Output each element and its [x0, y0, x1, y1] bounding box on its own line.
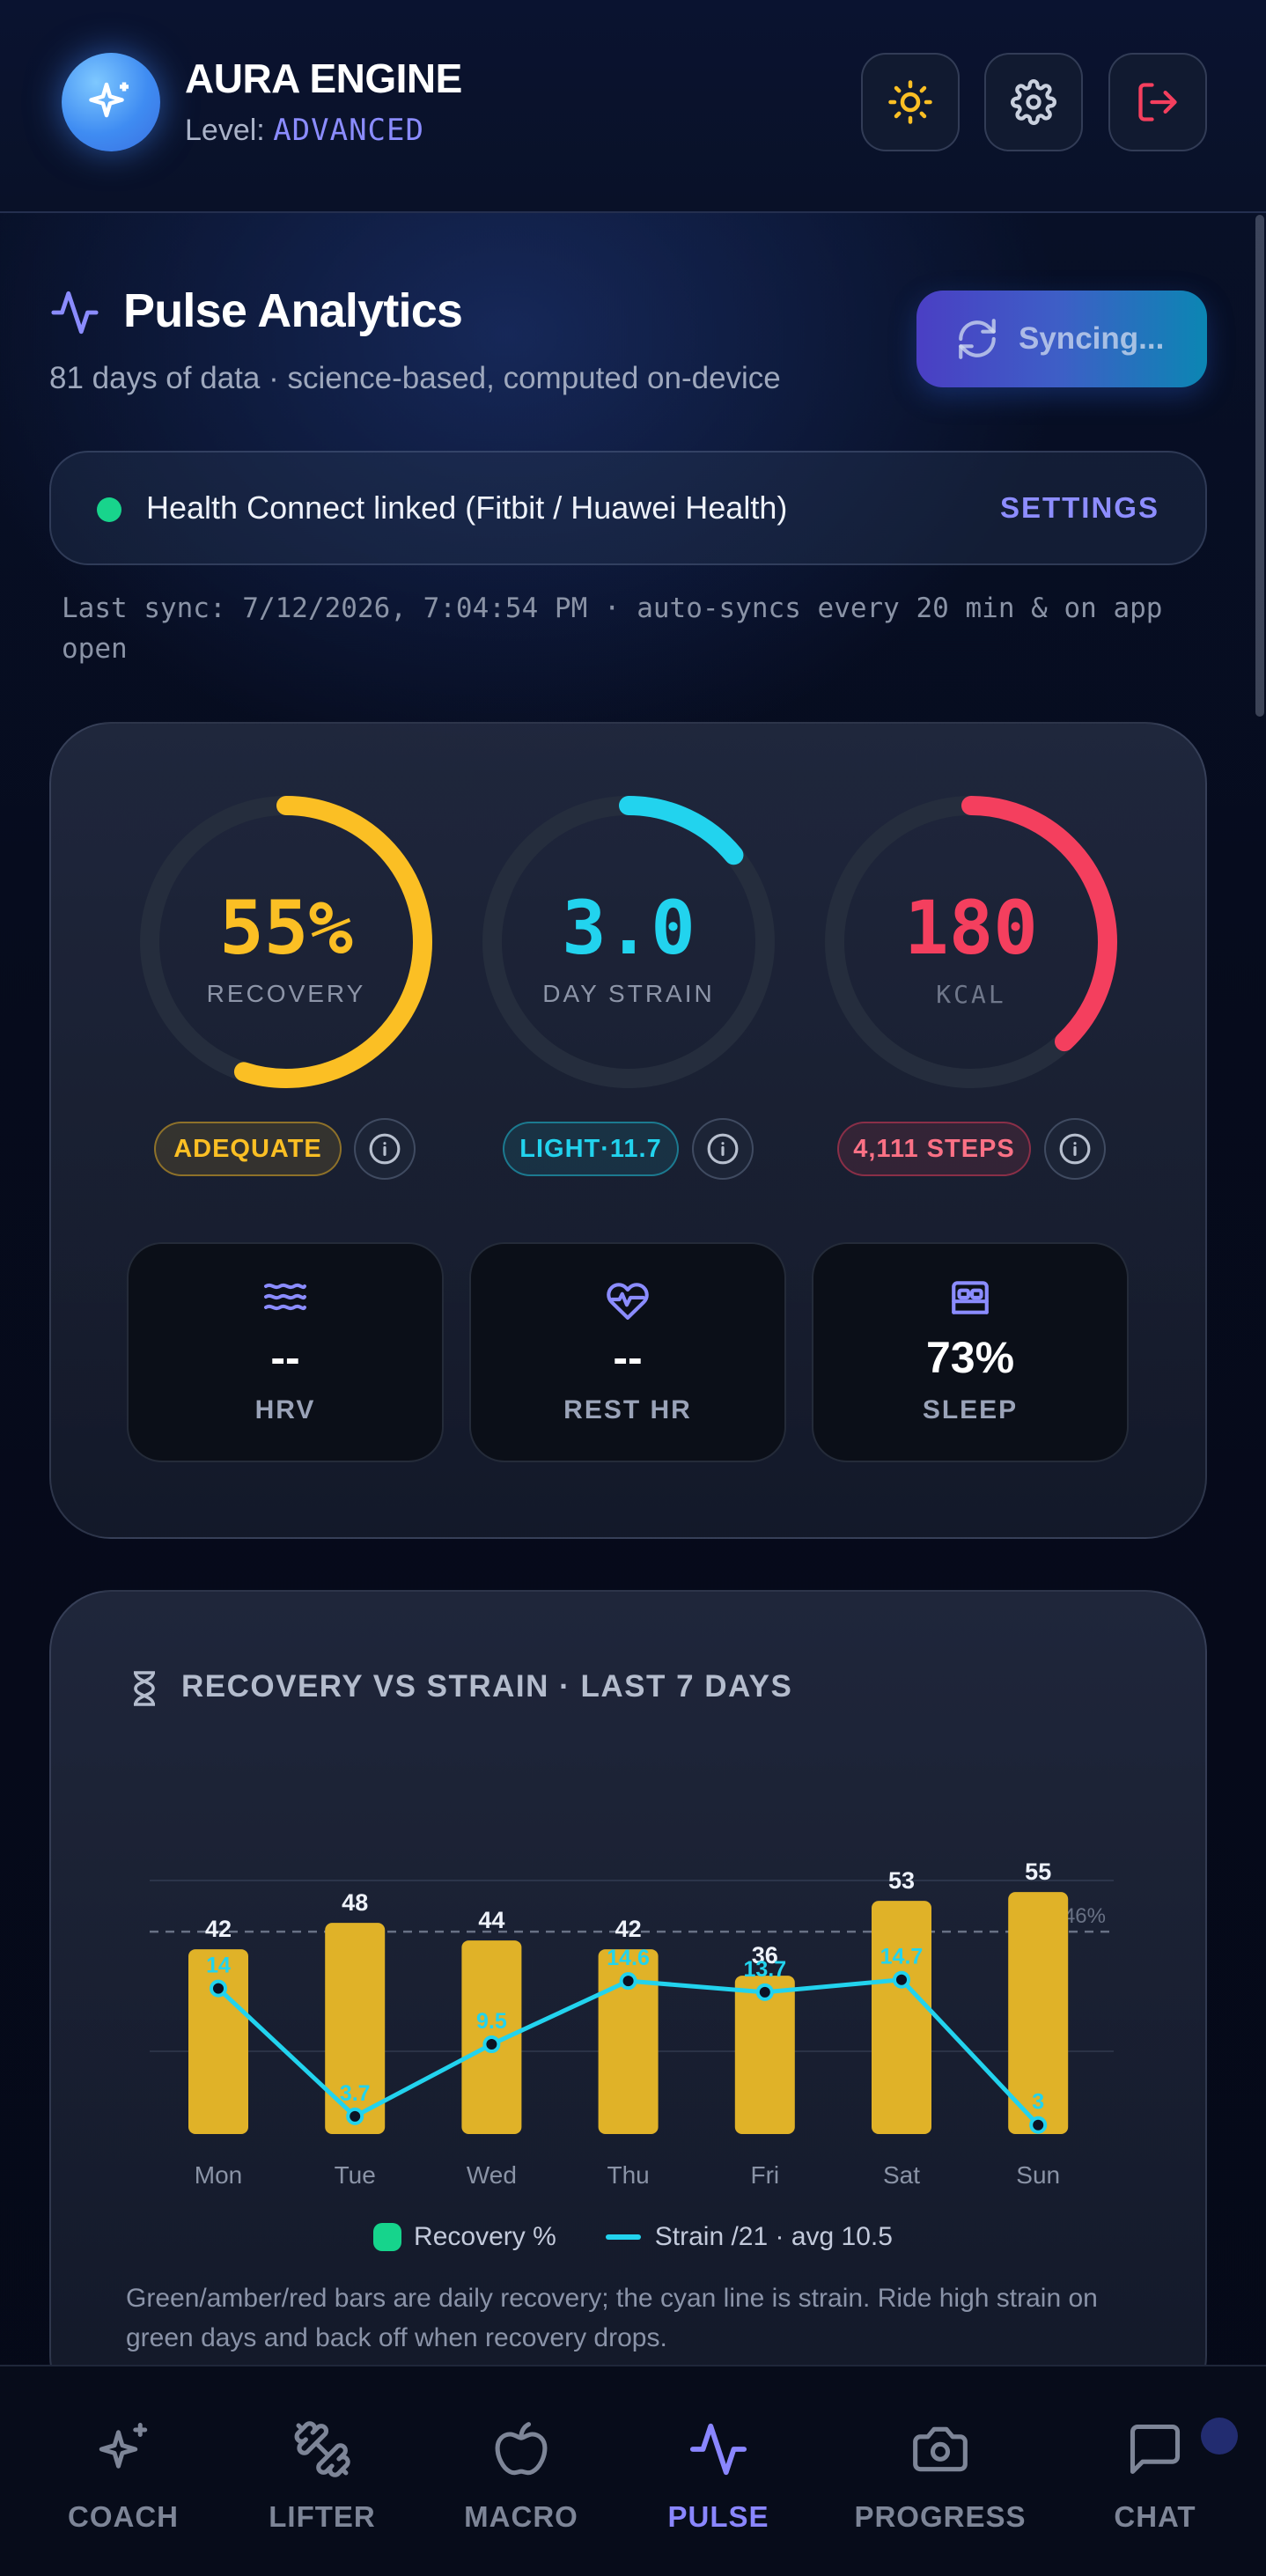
strain-point-label: 9.5: [476, 2009, 507, 2034]
apple-icon: [495, 2422, 548, 2476]
nav-pulse-label: PULSE: [667, 2500, 769, 2533]
chart-caption: Green/amber/red bars are daily recovery;…: [126, 2284, 1098, 2352]
recovery-bar-label: 55: [1025, 1858, 1051, 1885]
recovery-bar-label: 44: [478, 1907, 504, 1933]
x-axis-tick-label: Sun: [1016, 2161, 1060, 2189]
bottom-nav: COACH LIFTER MACRO PULSE PROGRESS CHAT: [0, 2365, 1266, 2576]
nav-progress[interactable]: PROGRESS: [843, 2366, 1037, 2576]
nav-coach-label: COACH: [68, 2500, 179, 2533]
nav-macro-label: MACRO: [464, 2500, 578, 2533]
nav-coach[interactable]: COACH: [35, 2366, 211, 2576]
nav-lifter[interactable]: LIFTER: [234, 2366, 410, 2576]
recovery-bar-label: 53: [888, 1867, 915, 1894]
nav-lifter-label: LIFTER: [269, 2500, 376, 2533]
legend-strain-swatch: [605, 2234, 641, 2240]
strain-point: [619, 1972, 637, 1991]
strain-point: [1029, 2116, 1048, 2134]
recovery-bar: [872, 1901, 931, 2134]
legend-recovery-swatch: [373, 2223, 402, 2251]
strain-point-label: 14: [206, 1954, 231, 1978]
recovery-bar-label: 42: [205, 1916, 232, 1942]
legend-recovery-label: Recovery %: [414, 2222, 556, 2251]
dumbbell-icon: [294, 2421, 350, 2477]
recovery-bar-label: 48: [342, 1889, 368, 1916]
strain-point-label: 13.7: [743, 1957, 786, 1982]
strain-point-label: 14.6: [607, 1946, 650, 1970]
chat-icon: [1130, 2424, 1181, 2475]
x-axis-tick-label: Fri: [750, 2161, 779, 2189]
x-axis-tick-label: Sat: [883, 2161, 920, 2189]
nav-chat[interactable]: CHAT: [1067, 2366, 1243, 2576]
legend-strain-label: Strain /21 · avg 10.5: [654, 2222, 893, 2251]
strain-point-label: 3: [1032, 2090, 1044, 2115]
recovery-bar-label: 42: [615, 1916, 642, 1942]
recovery-strain-chart: avg 46%42Mon48Tue44Wed42Thu36Fri53Sat55S…: [150, 1858, 1114, 2189]
nav-pulse[interactable]: PULSE: [630, 2366, 806, 2576]
x-axis-tick-label: Tue: [335, 2161, 376, 2189]
strain-point: [346, 2107, 364, 2125]
activity-icon: [689, 2423, 747, 2476]
strain-point: [482, 2035, 501, 2054]
x-axis-tick-label: Wed: [467, 2161, 517, 2189]
strain-point-label: 14.7: [880, 1945, 924, 1969]
nav-chat-label: CHAT: [1114, 2500, 1196, 2533]
x-axis-tick-label: Mon: [195, 2161, 242, 2189]
strain-point: [755, 1983, 774, 2001]
sparkles-icon: [99, 2423, 148, 2469]
chart-legend: Recovery % Strain /21 · avg 10.5: [0, 2222, 1266, 2252]
nav-progress-label: PROGRESS: [854, 2500, 1027, 2533]
camera-icon: [913, 2426, 968, 2472]
strain-point-label: 3.7: [340, 2081, 371, 2106]
chat-unread-indicator: [1201, 2418, 1238, 2455]
strain-point: [893, 1970, 910, 1989]
strain-point: [210, 1979, 227, 1998]
nav-macro[interactable]: MACRO: [433, 2366, 609, 2576]
x-axis-tick-label: Thu: [607, 2161, 649, 2189]
